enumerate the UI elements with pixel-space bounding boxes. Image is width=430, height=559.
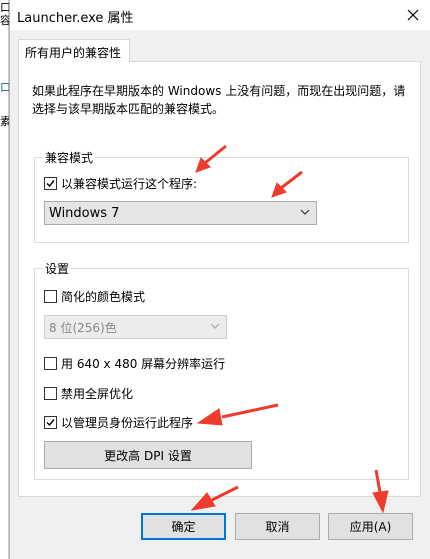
checkbox-checked-icon <box>44 177 57 190</box>
compatibility-panel: 如果此程序在早期版本的 Windows 上没有问题，而现在出现问题，请选择与该早… <box>18 61 421 497</box>
apply-button[interactable]: 应用(A) <box>328 513 413 540</box>
color-depth-select[interactable]: 8 位(256)色 <box>44 315 227 339</box>
description-text: 如果此程序在早期版本的 Windows 上没有问题，而现在出现问题，请选择与该早… <box>32 84 406 116</box>
fullscreen-optimization-label: 禁用全屏优化 <box>61 387 134 401</box>
ok-button[interactable]: 确定 <box>141 513 226 540</box>
compat-mode-group: 兼容模式 <box>34 149 409 243</box>
checkbox-unchecked-icon <box>44 387 57 400</box>
dialog-title: Launcher.exe 属性 <box>17 11 134 26</box>
chevron-down-icon <box>300 209 310 215</box>
os-version-select[interactable]: Windows 7 <box>44 201 317 225</box>
chevron-down-icon <box>210 323 220 329</box>
compat-mode-label: 以兼容模式运行这个程序: <box>61 177 198 191</box>
run-as-admin-checkbox[interactable]: 以管理员身份运行此程序 <box>44 414 193 431</box>
reduced-color-checkbox[interactable]: 简化的颜色模式 <box>44 288 145 305</box>
close-button[interactable] <box>395 0 430 30</box>
compat-mode-legend: 兼容模式 <box>43 149 96 166</box>
background-window-edge: 口 容 口 素 <box>0 0 11 559</box>
fullscreen-optimization-checkbox[interactable]: 禁用全屏优化 <box>44 385 133 402</box>
run-as-admin-label: 以管理员身份运行此程序 <box>61 416 194 430</box>
checkbox-checked-icon <box>44 416 57 429</box>
title-bar: Launcher.exe 属性 <box>10 0 430 30</box>
compat-mode-checkbox[interactable]: 以兼容模式运行这个程序: <box>44 175 197 192</box>
settings-legend: 设置 <box>43 260 72 277</box>
resolution-label: 用 640 x 480 屏幕分辨率运行 <box>61 357 226 371</box>
properties-dialog: Launcher.exe 属性 所有用户的兼容性 如果此程序在早期版本的 Win… <box>9 0 430 559</box>
cancel-button[interactable]: 取消 <box>235 513 320 540</box>
checkbox-unchecked-icon <box>44 290 57 303</box>
tab-all-users-compatibility[interactable]: 所有用户的兼容性 <box>18 39 130 62</box>
resolution-checkbox[interactable]: 用 640 x 480 屏幕分辨率运行 <box>44 355 225 372</box>
reduced-color-label: 简化的颜色模式 <box>61 290 146 304</box>
change-dpi-button[interactable]: 更改高 DPI 设置 <box>44 441 252 469</box>
os-version-value: Windows 7 <box>49 205 120 221</box>
color-depth-value: 8 位(256)色 <box>49 320 117 335</box>
close-icon <box>407 9 419 21</box>
checkbox-unchecked-icon <box>44 357 57 370</box>
